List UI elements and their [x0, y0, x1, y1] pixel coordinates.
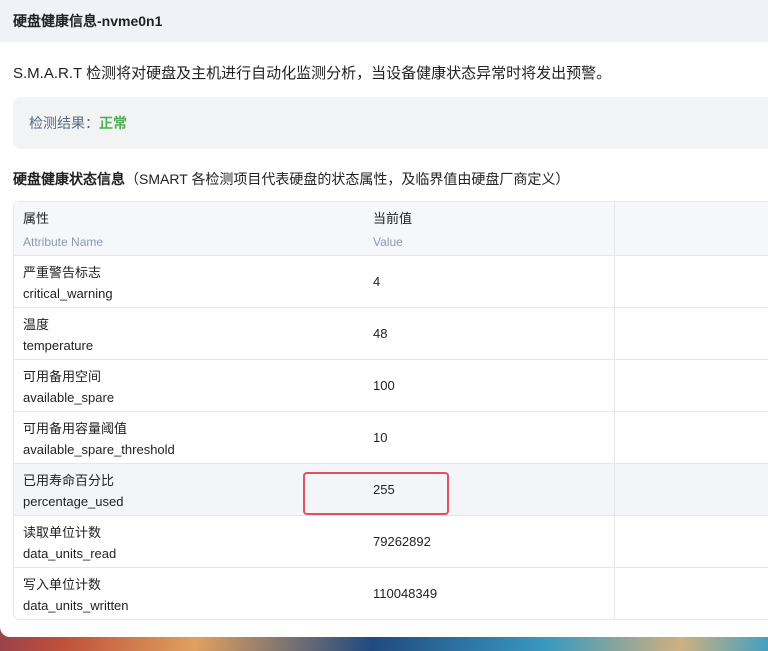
attr-name-cn: 可用备用容量阈值: [23, 421, 128, 436]
section-title: 硬盘健康状态信息: [13, 171, 125, 187]
attr-value: 48: [373, 326, 388, 341]
attr-name: available_spare_threshold: [23, 442, 175, 457]
attr-name: data_units_written: [23, 598, 129, 613]
table-row: 写入单位计数 data_units_written 110048349: [14, 567, 768, 619]
attr-value: 79262892: [373, 534, 431, 549]
disk-health-dialog: 硬盘健康信息-nvme0n1 S.M.A.R.T 检测将对硬盘及主机进行自动化监…: [0, 0, 768, 637]
attr-name: temperature: [23, 338, 94, 353]
table-row: 已用寿命百分比 percentage_used 255: [14, 463, 768, 515]
check-result: 检测结果： 正常: [13, 97, 768, 149]
attr-name-cn: 严重警告标志: [23, 265, 102, 280]
attr-name-cn: 读取单位计数: [23, 525, 102, 540]
attr-name: data_units_read: [23, 546, 117, 561]
attr-value: 10: [373, 430, 388, 445]
section-note: （SMART 各检测项目代表硬盘的状态属性，及临界值由硬盘厂商定义）: [125, 171, 570, 187]
col-attribute-sub: Attribute Name: [23, 235, 104, 249]
table-row: 读取单位计数 data_units_read 79262892: [14, 515, 768, 567]
table-row: 可用备用空间 available_spare 100: [14, 359, 768, 411]
attr-name-cn: 可用备用空间: [23, 369, 102, 384]
attr-name-cn: 温度: [23, 317, 50, 332]
attr-name: critical_warning: [23, 286, 113, 301]
section-heading: 硬盘健康状态信息（SMART 各检测项目代表硬盘的状态属性，及临界值由硬盘厂商定…: [0, 149, 768, 189]
attr-value: 100: [373, 378, 395, 393]
result-label: 检测结果：: [29, 115, 99, 131]
col-value-sub: Value: [373, 235, 403, 249]
table-header: 属性 Attribute Name 当前值 Value: [14, 202, 768, 255]
table-row: 可用备用容量阈值 available_spare_threshold 10: [14, 411, 768, 463]
result-status: 正常: [99, 115, 127, 131]
highlight-box: [303, 472, 449, 515]
smart-table: 属性 Attribute Name 当前值 Value 严重警告标志 critical…: [13, 201, 768, 620]
attr-name: available_spare: [23, 390, 115, 405]
col-value: 当前值: [373, 211, 413, 226]
attr-value: 110048349: [373, 586, 438, 601]
attr-name-cn: 写入单位计数: [23, 577, 102, 592]
attr-value: 4: [373, 274, 381, 289]
table-row: 温度 temperature 48: [14, 307, 768, 359]
dialog-title: 硬盘健康信息-nvme0n1: [0, 0, 768, 42]
col-attribute: 属性: [23, 211, 50, 226]
table-row: 严重警告标志 critical_warning 4: [14, 255, 768, 307]
description: S.M.A.R.T 检测将对硬盘及主机进行自动化监测分析，当设备健康状态异常时将…: [13, 65, 612, 82]
